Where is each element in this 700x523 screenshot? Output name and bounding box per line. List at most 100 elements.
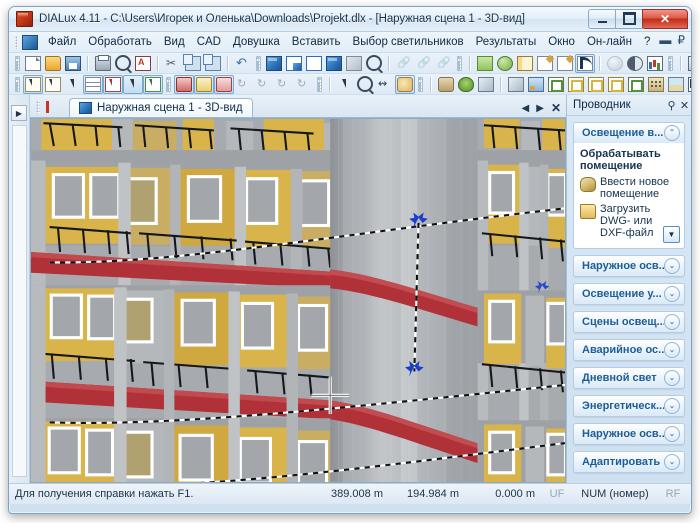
link-break-button[interactable]: 🔗 [414, 54, 434, 73]
link-info-button[interactable]: 🔗 [434, 54, 454, 73]
view-grey-button[interactable] [344, 54, 364, 73]
chevron-down-icon[interactable]: ⌄ [664, 398, 680, 414]
toolbar-grip-objects[interactable] [418, 76, 423, 92]
section-header-outdoor-lighting-2[interactable]: Наружное осв... ⌄ [573, 423, 685, 445]
new-document-button[interactable] [23, 54, 43, 73]
open-document-button[interactable] [43, 54, 63, 73]
calculation-button[interactable] [686, 54, 691, 73]
export-pdf-button[interactable] [133, 54, 153, 73]
print-preview-button[interactable] [113, 54, 133, 73]
luminaire-1-button[interactable] [174, 74, 194, 94]
pan-hand-button[interactable] [395, 74, 415, 94]
maximize-button[interactable] [615, 8, 643, 29]
section-header-indoor-lighting[interactable]: Освещение в... ⌃ [573, 122, 685, 144]
select-red-button[interactable] [103, 74, 123, 94]
toolbar-grip-calc[interactable] [668, 55, 673, 71]
select-pointer-button[interactable] [63, 75, 83, 94]
project-book-button[interactable] [515, 54, 535, 73]
select-area-button[interactable] [123, 74, 143, 94]
print-button[interactable] [93, 54, 113, 73]
edit-object-button[interactable] [555, 54, 575, 73]
curve-tool-button[interactable] [575, 53, 595, 73]
cut-button[interactable]: ✂ [163, 54, 183, 73]
toolbar-grip-views[interactable] [256, 55, 261, 71]
tabbar-grip[interactable] [36, 101, 40, 114]
chevron-down-icon[interactable]: ⌄ [664, 286, 680, 302]
zoom-window-button[interactable] [364, 54, 384, 73]
select-lasso-button[interactable] [43, 75, 63, 94]
3d-scene-viewport[interactable] [31, 119, 565, 482]
menu-item-results[interactable]: Результаты [470, 34, 543, 50]
menu-item-cad[interactable]: CAD [191, 34, 227, 50]
online-catalog-button[interactable] [495, 54, 515, 73]
chevron-down-icon[interactable]: ⌄ [664, 426, 680, 442]
zoom-tool-button[interactable] [355, 75, 375, 94]
pin-icon[interactable]: ⚲ [665, 98, 678, 112]
section-header-adapt[interactable]: Адаптировать ... ⌄ [573, 451, 685, 473]
texture-button[interactable] [526, 75, 546, 94]
view-plan-button[interactable] [284, 54, 304, 73]
copy-button[interactable] [183, 53, 203, 73]
luminaire-4-button[interactable]: ↻ [234, 75, 254, 94]
luminaire-catalog-button[interactable] [475, 54, 495, 73]
menu-item-view[interactable]: Вид [158, 34, 191, 50]
minimize-button[interactable] [588, 8, 616, 29]
section-header-light-scenes[interactable]: Сцены освещ... ⌄ [573, 311, 685, 333]
chevron-down-icon[interactable]: ⌄ [664, 454, 680, 470]
rotate-view-button[interactable]: ↭ [375, 75, 395, 94]
select-surface-button[interactable] [83, 74, 103, 94]
luminaire-e-button[interactable] [626, 75, 646, 94]
link-button[interactable]: 🔗 [394, 54, 414, 73]
wall-object-button[interactable] [506, 75, 526, 94]
sphere-button[interactable] [605, 54, 625, 73]
document-tab-scene[interactable]: Наружная сцена 1 - 3D-вид [69, 98, 253, 117]
menu-item-help[interactable]: ? [638, 34, 656, 50]
menu-item-file[interactable]: Файл [42, 34, 82, 50]
luminaire-b-button[interactable] [566, 75, 586, 94]
toolbar-grip-nav[interactable] [317, 76, 322, 92]
tab-prev-button[interactable]: ◀ [522, 103, 530, 114]
section-header-energy[interactable]: Энергетическ... ⌄ [573, 395, 685, 417]
undo-button[interactable]: ↶ [233, 54, 253, 73]
view-shaded-button[interactable] [324, 54, 344, 73]
close-button[interactable]: ✕ [642, 8, 688, 29]
link-new-room[interactable]: Ввести новое помещение [580, 176, 679, 200]
section-header-daylight[interactable]: Дневной свет ⌄ [573, 367, 685, 389]
chevron-down-icon[interactable]: ⌄ [664, 258, 680, 274]
more-options-button[interactable]: ▼ [663, 226, 680, 243]
select-green-button[interactable] [143, 74, 163, 94]
pointer-tool-button[interactable] [335, 75, 355, 94]
menu-item-window[interactable]: Окно [542, 34, 581, 50]
section-header-emergency-lighting[interactable]: Аварийное ос... ⌄ [573, 339, 685, 361]
toolbar-grip-lum[interactable] [166, 76, 171, 92]
select-object-button[interactable] [23, 74, 43, 94]
corner-button[interactable] [686, 75, 691, 94]
menu-item-online[interactable]: Он-лайн [581, 34, 638, 50]
tree-object-button[interactable] [456, 75, 476, 94]
luminaire-3-button[interactable] [214, 74, 234, 94]
chevron-down-icon[interactable]: ⌄ [664, 342, 680, 358]
toolbar-grip-tools[interactable] [457, 55, 462, 71]
luminaire-d-button[interactable] [606, 75, 626, 94]
menu-item-trap[interactable]: Довушка [227, 34, 286, 50]
luminaire-5-button[interactable]: ↻ [254, 75, 274, 94]
paste-button[interactable] [203, 53, 223, 73]
tab-next-button[interactable]: ▶ [536, 103, 544, 114]
toolbar-grip-select[interactable] [15, 76, 20, 92]
mdi-restore-button[interactable]: ₽ [677, 34, 685, 46]
luminaire-a-button[interactable] [546, 75, 566, 94]
chevron-up-icon[interactable]: ⌃ [664, 125, 680, 141]
menu-item-luminaire-selection[interactable]: Выбор светильников [347, 34, 470, 50]
save-document-button[interactable] [63, 54, 83, 73]
light-distribution-button[interactable] [645, 54, 665, 73]
tab-close-button[interactable]: ✕ [551, 101, 561, 115]
mdi-minimize-button[interactable]: ▬ [659, 34, 671, 46]
menu-item-process[interactable]: Обработать [82, 34, 158, 50]
toolbar-grip-standard[interactable] [15, 55, 20, 71]
building-button[interactable] [646, 75, 666, 94]
chevron-down-icon[interactable]: ⌄ [664, 314, 680, 330]
menu-item-insert[interactable]: Вставить [286, 34, 347, 50]
menu-grip[interactable] [15, 35, 18, 49]
shading-button[interactable] [625, 54, 645, 73]
section-header-street-lighting[interactable]: Освещение у... ⌄ [573, 283, 685, 305]
